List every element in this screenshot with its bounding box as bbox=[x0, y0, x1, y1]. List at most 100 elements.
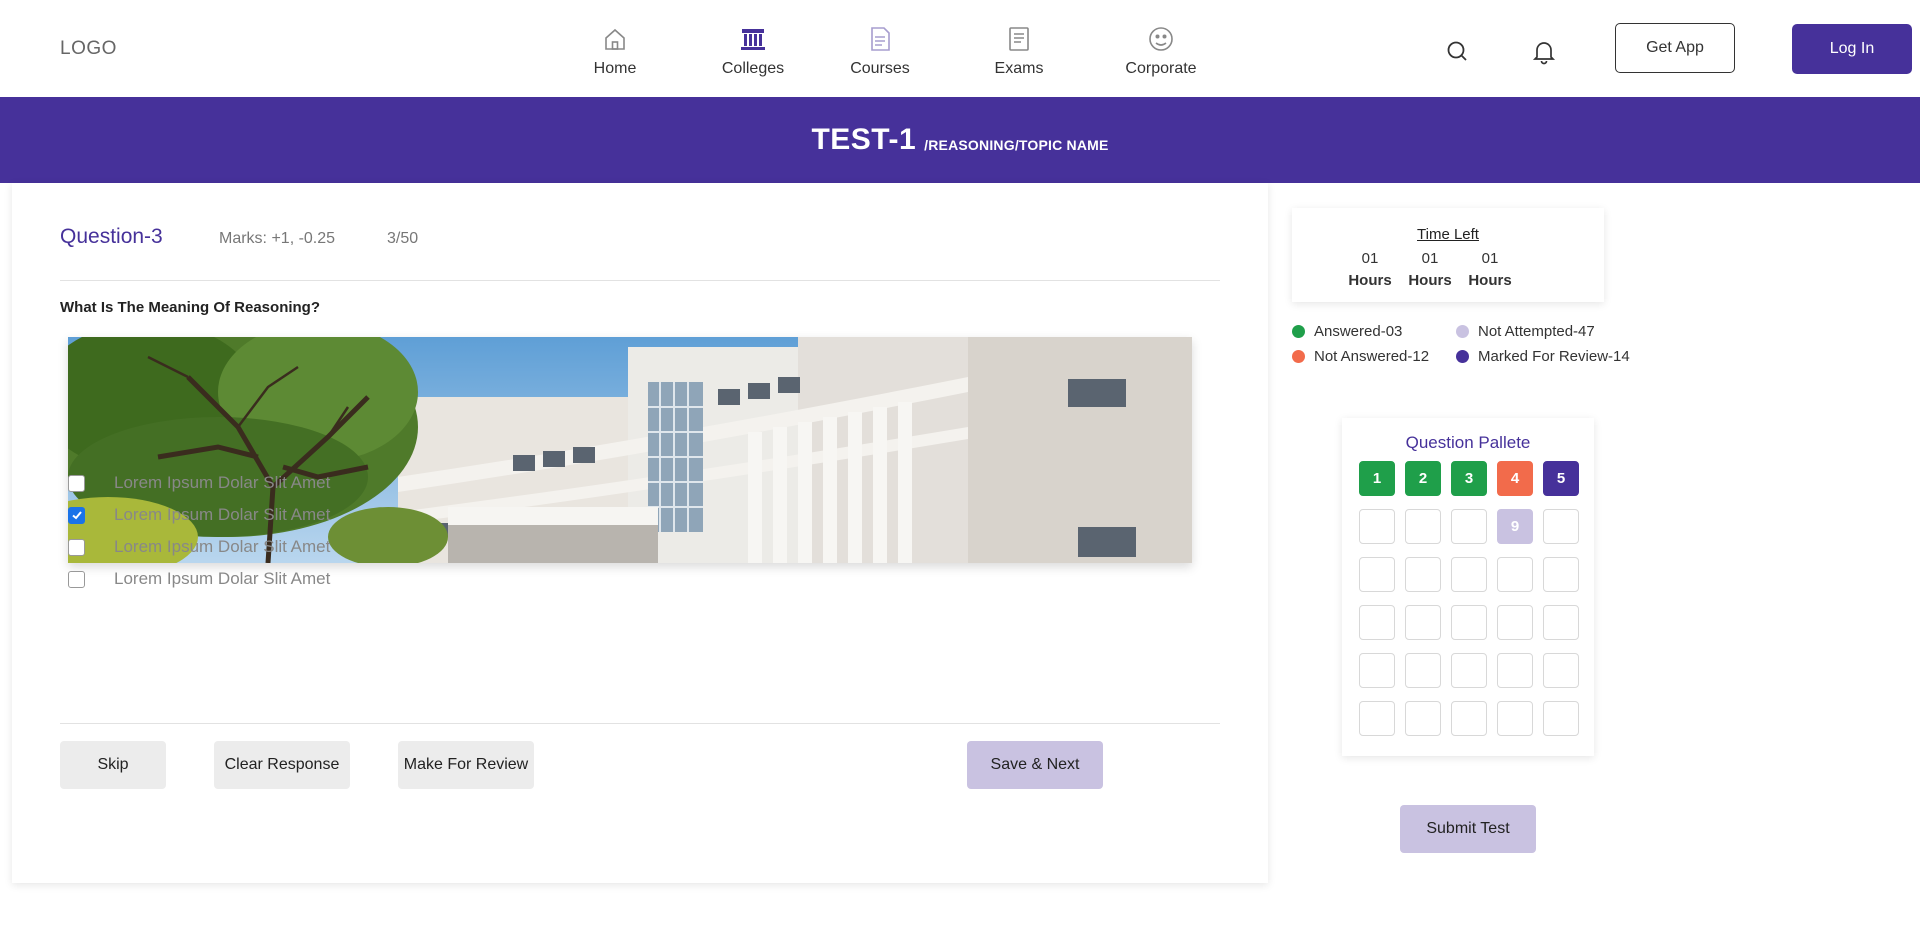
nav-courses-label: Courses bbox=[850, 60, 910, 77]
legend-not-attempted: Not Attempted-47 bbox=[1456, 323, 1595, 340]
option-2-checkbox[interactable] bbox=[68, 506, 85, 524]
test-title: TEST-1 bbox=[811, 123, 917, 156]
divider bbox=[60, 280, 1220, 281]
nav-colleges-label: Colleges bbox=[721, 60, 785, 77]
mark-for-review-button[interactable]: Make For Review bbox=[398, 741, 534, 789]
palette-cell[interactable] bbox=[1359, 653, 1395, 688]
legend-marked-review-label: Marked For Review-14 bbox=[1478, 348, 1630, 365]
palette-cell[interactable] bbox=[1405, 605, 1441, 640]
home-icon bbox=[605, 28, 625, 50]
timer-value: 01 bbox=[1481, 250, 1499, 267]
legend-answered: Answered-03 bbox=[1292, 323, 1402, 340]
question-marks: Marks: +1, -0.25 bbox=[219, 230, 336, 247]
legend-not-answered: Not Answered-12 bbox=[1292, 348, 1429, 365]
palette-cell[interactable] bbox=[1451, 701, 1487, 736]
palette-cell[interactable] bbox=[1543, 509, 1579, 544]
option-2-text: Lorem Ipsum Dolar Slit Amet bbox=[114, 505, 331, 524]
nav-corporate[interactable]: Corporate bbox=[1101, 20, 1221, 78]
get-app-button[interactable]: Get App bbox=[1615, 23, 1735, 73]
timer-unit-label: Hours bbox=[1468, 272, 1512, 289]
option-1-text: Lorem Ipsum Dolar Slit Amet bbox=[114, 473, 331, 492]
palette-grid: 123459 bbox=[1359, 461, 1581, 736]
clear-response-button[interactable]: Clear Response bbox=[214, 741, 350, 789]
test-path: /REASONING/TOPIC NAME bbox=[924, 137, 1109, 153]
option-4[interactable]: Lorem Ipsum Dolar Slit Amet bbox=[68, 568, 330, 590]
palette-cell[interactable]: 4 bbox=[1497, 461, 1533, 496]
option-3-checkbox[interactable] bbox=[68, 538, 85, 556]
option-2[interactable]: Lorem Ipsum Dolar Slit Amet bbox=[68, 504, 330, 526]
palette-cell[interactable] bbox=[1405, 509, 1441, 544]
submit-test-button[interactable]: Submit Test bbox=[1400, 805, 1536, 853]
nav-colleges[interactable]: Colleges bbox=[693, 20, 813, 78]
palette-cell[interactable] bbox=[1359, 701, 1395, 736]
legend-answered-label: Answered-03 bbox=[1314, 323, 1403, 340]
palette-cell[interactable]: 1 bbox=[1359, 461, 1395, 496]
timer-unit-2: 01 Hours bbox=[1400, 250, 1460, 289]
colleges-icon bbox=[741, 29, 765, 50]
palette-cell[interactable] bbox=[1359, 557, 1395, 592]
palette-cell[interactable]: 9 bbox=[1497, 509, 1533, 544]
palette-cell[interactable] bbox=[1359, 509, 1395, 544]
timer-unit-label: Hours bbox=[1408, 272, 1452, 289]
answered-dot-icon bbox=[1292, 325, 1305, 338]
question-title: Question-3 bbox=[60, 225, 163, 248]
palette-cell[interactable] bbox=[1359, 605, 1395, 640]
option-1[interactable]: Lorem Ipsum Dolar Slit Amet bbox=[68, 472, 330, 494]
nav-corporate-label: Corporate bbox=[1125, 60, 1197, 77]
palette-cell[interactable] bbox=[1497, 701, 1533, 736]
palette-cell[interactable] bbox=[1451, 557, 1487, 592]
palette-cell[interactable] bbox=[1543, 557, 1579, 592]
palette-cell[interactable]: 5 bbox=[1543, 461, 1579, 496]
marked-review-dot-icon bbox=[1456, 350, 1469, 363]
legend-marked-review: Marked For Review-14 bbox=[1456, 348, 1630, 365]
timer-unit-3: 01 Hours bbox=[1460, 250, 1520, 289]
nav-home-label: Home bbox=[593, 60, 637, 77]
nav-exams[interactable]: Exams bbox=[959, 20, 1079, 78]
palette-cell[interactable] bbox=[1543, 653, 1579, 688]
nav-home[interactable]: Home bbox=[555, 20, 675, 78]
courses-icon bbox=[871, 27, 890, 51]
question-image bbox=[68, 337, 1192, 563]
corporate-icon bbox=[1149, 27, 1173, 51]
skip-button[interactable]: Skip bbox=[60, 741, 166, 789]
option-4-checkbox[interactable] bbox=[68, 570, 85, 588]
palette-cell[interactable] bbox=[1497, 653, 1533, 688]
palette-cell[interactable]: 3 bbox=[1451, 461, 1487, 496]
test-banner: TEST-1 /REASONING/TOPIC NAME bbox=[0, 97, 1920, 183]
option-4-text: Lorem Ipsum Dolar Slit Amet bbox=[114, 569, 331, 588]
top-navbar: LOGO Home Colleges Courses Exams Corpora… bbox=[0, 0, 1920, 97]
palette-cell[interactable] bbox=[1451, 509, 1487, 544]
palette-cell[interactable] bbox=[1405, 557, 1441, 592]
not-answered-dot-icon bbox=[1292, 350, 1305, 363]
time-left-label: Time Left bbox=[1417, 226, 1479, 243]
timer-card: Time Left 01 Hours 01 Hours 01 Hours bbox=[1292, 208, 1604, 302]
exams-icon bbox=[1009, 27, 1029, 51]
timer-unit-label: Hours bbox=[1348, 272, 1392, 289]
question-card: Question-3 Marks: +1, -0.25 3/50 What Is… bbox=[12, 183, 1268, 883]
legend-not-answered-label: Not Answered-12 bbox=[1314, 348, 1430, 365]
not-attempted-dot-icon bbox=[1456, 325, 1469, 338]
timer-unit-1: 01 Hours bbox=[1340, 250, 1400, 289]
search-icon[interactable] bbox=[1444, 38, 1472, 66]
save-next-button[interactable]: Save & Next bbox=[967, 741, 1103, 789]
check-icon bbox=[71, 511, 82, 520]
login-button[interactable]: Log In bbox=[1792, 24, 1912, 74]
palette-cell[interactable] bbox=[1497, 557, 1533, 592]
question-count: 3/50 bbox=[387, 230, 419, 247]
palette-cell[interactable] bbox=[1543, 605, 1579, 640]
divider bbox=[60, 723, 1220, 724]
bell-icon[interactable] bbox=[1530, 38, 1558, 66]
option-1-checkbox[interactable] bbox=[68, 474, 85, 492]
option-3[interactable]: Lorem Ipsum Dolar Slit Amet bbox=[68, 536, 330, 558]
palette-cell[interactable]: 2 bbox=[1405, 461, 1441, 496]
palette-cell[interactable] bbox=[1543, 701, 1579, 736]
option-3-text: Lorem Ipsum Dolar Slit Amet bbox=[114, 537, 331, 556]
palette-cell[interactable] bbox=[1451, 605, 1487, 640]
palette-cell[interactable] bbox=[1405, 701, 1441, 736]
question-palette: Question Pallete 123459 bbox=[1342, 418, 1594, 756]
question-text: What Is The Meaning Of Reasoning? bbox=[60, 299, 321, 316]
palette-cell[interactable] bbox=[1497, 605, 1533, 640]
nav-courses[interactable]: Courses bbox=[820, 20, 940, 78]
palette-cell[interactable] bbox=[1405, 653, 1441, 688]
palette-cell[interactable] bbox=[1451, 653, 1487, 688]
